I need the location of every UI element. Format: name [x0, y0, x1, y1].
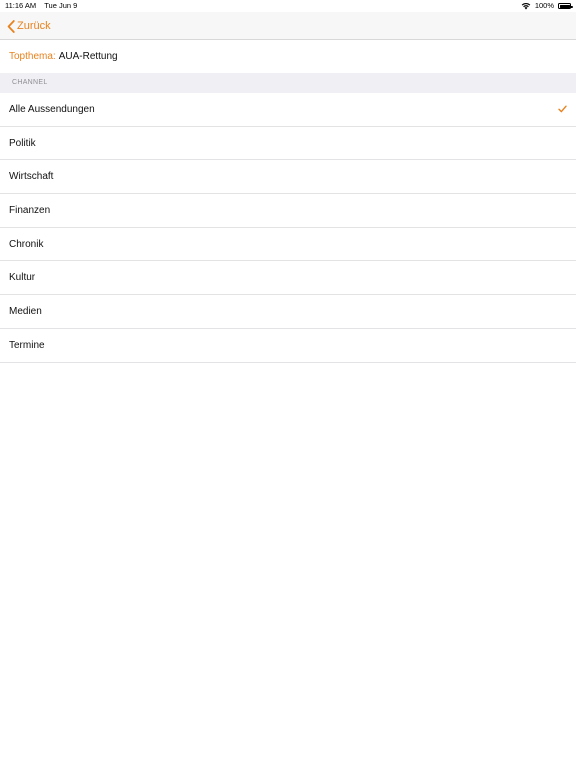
- back-button[interactable]: Zurück: [7, 17, 51, 35]
- battery-fill: [559, 4, 570, 8]
- topic-label: Topthema:: [9, 51, 56, 62]
- chevron-left-icon: [7, 19, 15, 33]
- battery-percent: 100%: [534, 1, 554, 10]
- status-time: 11:16 AM: [5, 1, 37, 10]
- wifi-icon: [521, 3, 531, 10]
- channel-item-alle-aussendungen[interactable]: Alle Aussendungen: [0, 93, 576, 127]
- channel-list: Alle Aussendungen Politik Wirtschaft Fin…: [0, 93, 576, 363]
- navigation-bar: Zurück: [0, 12, 576, 40]
- channel-item-chronik[interactable]: Chronik: [0, 228, 576, 262]
- channel-item-label: Termine: [9, 339, 45, 351]
- status-left: 11:16 AM Tue Jun 9: [5, 0, 77, 12]
- topic-value: AUA-Rettung: [58, 51, 118, 62]
- channel-item-politik[interactable]: Politik: [0, 127, 576, 161]
- back-button-label: Zurück: [17, 20, 51, 32]
- status-bar: 11:16 AM Tue Jun 9 100%: [0, 0, 576, 12]
- channel-item-wirtschaft[interactable]: Wirtschaft: [0, 160, 576, 195]
- battery-icon: [558, 3, 573, 9]
- channel-item-termine[interactable]: Termine: [0, 329, 576, 363]
- channel-item-label: Alle Aussendungen: [9, 103, 95, 115]
- section-header-channel: CHANNEL: [0, 73, 576, 93]
- channel-item-finanzen[interactable]: Finanzen: [0, 194, 576, 228]
- channel-item-label: Wirtschaft: [9, 171, 54, 183]
- channel-item-label: Medien: [9, 305, 42, 317]
- channel-item-label: Chronik: [9, 238, 44, 250]
- channel-item-kultur[interactable]: Kultur: [0, 261, 576, 296]
- topic-row[interactable]: Topthema: AUA-Rettung: [0, 40, 576, 73]
- channel-item-medien[interactable]: Medien: [0, 295, 576, 329]
- channel-item-label: Politik: [9, 137, 36, 149]
- channel-item-label: Finanzen: [9, 204, 51, 216]
- channel-item-label: Kultur: [9, 272, 36, 284]
- checkmark-icon: [558, 105, 567, 113]
- status-right: 100%: [521, 0, 573, 12]
- status-date: Tue Jun 9: [44, 1, 78, 10]
